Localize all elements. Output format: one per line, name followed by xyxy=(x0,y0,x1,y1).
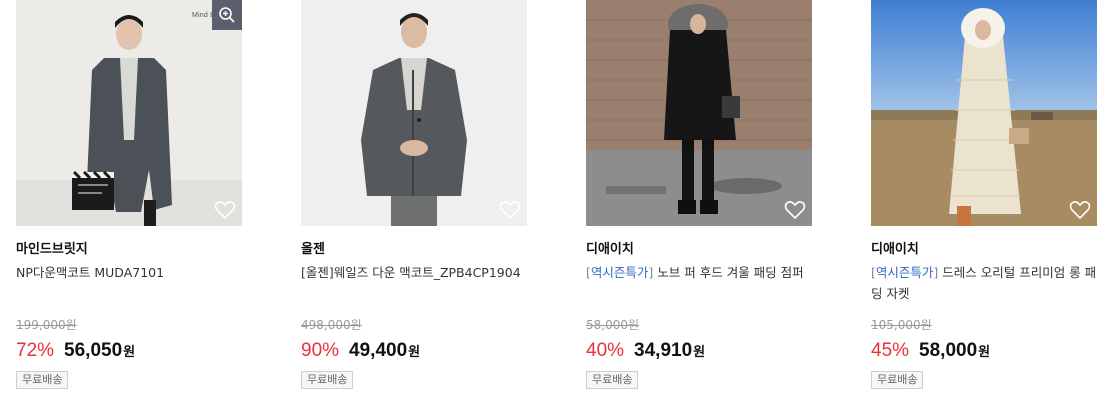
wishlist-heart-icon[interactable] xyxy=(214,200,236,220)
free-shipping-badge: 무료배송 xyxy=(16,371,69,389)
price-row: 40% 34,910 원 xyxy=(586,340,705,362)
product-title[interactable]: [올젠]웨일즈 다운 맥코트_ZPB4CP1904 xyxy=(301,262,527,283)
price-row: 90% 49,400 원 xyxy=(301,340,420,362)
price-row: 45% 58,000 원 xyxy=(871,340,990,362)
product-photo xyxy=(586,0,812,226)
product-image[interactable] xyxy=(586,0,812,226)
product-image[interactable] xyxy=(301,0,527,226)
product-title[interactable]: [역시즌특가] 드레스 오리털 프리미엄 롱 패딩 자켓 xyxy=(871,262,1097,304)
product-photo xyxy=(16,0,242,226)
zoom-in-icon xyxy=(219,7,235,23)
brand-name[interactable]: 올젠 xyxy=(301,238,325,257)
product-card[interactable]: 디애이치 [역시즌특가] 드레스 오리털 프리미엄 롱 패딩 자켓 105,00… xyxy=(871,0,1097,416)
product-title[interactable]: [역시즌특가] 노브 퍼 후드 겨울 패딩 점퍼 xyxy=(586,262,812,283)
wishlist-heart-icon[interactable] xyxy=(784,200,806,220)
zoom-button[interactable] xyxy=(212,0,242,30)
discount-rate: 72% xyxy=(16,340,55,361)
product-title-text: NP다운맥코트 MUDA7101 xyxy=(16,265,165,280)
original-price: 498,000원 xyxy=(301,318,362,332)
currency-unit: 원 xyxy=(408,345,421,360)
product-card[interactable]: 올젠 [올젠]웨일즈 다운 맥코트_ZPB4CP1904 498,000원 90… xyxy=(301,0,527,416)
original-price: 105,000원 xyxy=(871,318,932,332)
wishlist-heart-icon[interactable] xyxy=(1069,200,1091,220)
product-image[interactable]: Mind B xyxy=(16,0,242,226)
promo-tag: 역시즌특가 xyxy=(875,265,934,280)
wishlist-heart-icon[interactable] xyxy=(499,200,521,220)
sale-price: 49,400 xyxy=(349,340,408,361)
brand-name[interactable]: 디애이치 xyxy=(586,238,634,257)
product-image[interactable] xyxy=(871,0,1097,226)
original-price: 199,000원 xyxy=(16,318,77,332)
brand-name[interactable]: 디애이치 xyxy=(871,238,919,257)
promo-tag: 역시즌특가 xyxy=(590,265,649,280)
price-row: 72% 56,050 원 xyxy=(16,340,135,362)
currency-unit: 원 xyxy=(978,345,991,360)
discount-rate: 40% xyxy=(586,340,625,361)
brand-name[interactable]: 마인드브릿지 xyxy=(16,238,88,257)
currency-unit: 원 xyxy=(693,345,706,360)
free-shipping-badge: 무료배송 xyxy=(871,371,924,389)
product-photo xyxy=(871,0,1097,226)
free-shipping-badge: 무료배송 xyxy=(301,371,354,389)
sale-price: 34,910 xyxy=(634,340,693,361)
original-price: 58,000원 xyxy=(586,318,640,332)
product-card[interactable]: 디애이치 [역시즌특가] 노브 퍼 후드 겨울 패딩 점퍼 58,000원 40… xyxy=(586,0,812,416)
sale-price: 56,050 xyxy=(64,340,123,361)
product-photo xyxy=(301,0,527,226)
product-grid: Mind B 마인드브릿지 NP다운맥코트 MUDA7101 199,000원 … xyxy=(0,0,1111,416)
discount-rate: 45% xyxy=(871,340,910,361)
free-shipping-badge: 무료배송 xyxy=(586,371,639,389)
discount-rate: 90% xyxy=(301,340,340,361)
product-title-text: [올젠]웨일즈 다운 맥코트_ZPB4CP1904 xyxy=(301,265,521,280)
sale-price: 58,000 xyxy=(919,340,978,361)
product-title-text: 노브 퍼 후드 겨울 패딩 점퍼 xyxy=(653,265,804,280)
currency-unit: 원 xyxy=(123,345,136,360)
product-card[interactable]: Mind B 마인드브릿지 NP다운맥코트 MUDA7101 199,000원 … xyxy=(16,0,242,416)
product-title[interactable]: NP다운맥코트 MUDA7101 xyxy=(16,262,242,283)
